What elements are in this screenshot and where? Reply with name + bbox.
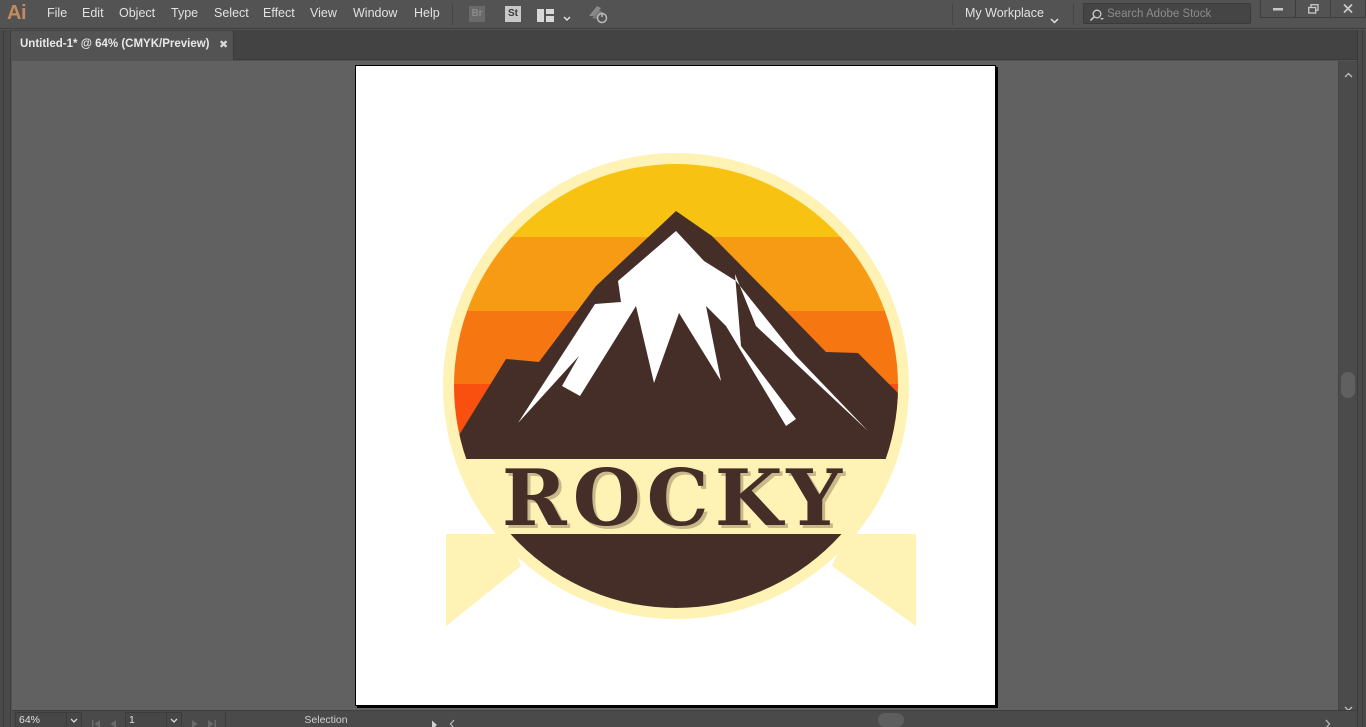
zoom-dropdown-button[interactable] (66, 712, 82, 727)
tools-panel-collapsed (0, 30, 11, 727)
minimize-icon (1273, 7, 1283, 10)
close-tab-icon[interactable]: ✖ (219, 38, 228, 51)
menu-separator (1073, 4, 1074, 25)
badge-title: ROCKY (502, 453, 848, 544)
scroll-left-icon[interactable] (449, 714, 455, 727)
status-bar: 64% 1 Selection (12, 710, 1357, 727)
search-adobe-stock[interactable] (1083, 3, 1251, 24)
stock-icon[interactable]: St (505, 6, 521, 22)
menu-view[interactable]: View (310, 6, 337, 20)
artboard[interactable]: ROCKY ROCKY (355, 65, 996, 706)
illustrator-window: Ai File Edit Object Type Select Effect V… (0, 0, 1366, 727)
menu-type[interactable]: Type (171, 6, 198, 20)
app-logo: Ai (7, 2, 27, 24)
current-tool-status: Selection (304, 714, 348, 726)
chevron-down-icon (70, 718, 78, 723)
menu-help[interactable]: Help (414, 6, 440, 20)
workspace-switcher[interactable]: My Workplace (965, 6, 1044, 20)
close-button[interactable] (1331, 0, 1365, 17)
panel-dock-collapsed (1357, 30, 1366, 727)
search-icon (1089, 7, 1105, 26)
chevron-down-icon[interactable] (1050, 9, 1059, 28)
canvas-area[interactable]: ROCKY ROCKY (12, 61, 1338, 710)
restore-button[interactable] (1296, 0, 1331, 17)
vertical-scroll-thumb[interactable] (1341, 372, 1355, 398)
status-menu-icon[interactable] (431, 715, 438, 727)
chevron-down-icon (170, 718, 178, 723)
chevron-down-icon[interactable] (563, 7, 571, 26)
minimize-button[interactable] (1261, 0, 1296, 17)
zoom-level-field[interactable]: 64% (15, 712, 67, 727)
window-controls (1260, 0, 1366, 18)
bridge-icon[interactable]: Br (469, 6, 485, 22)
menu-separator (952, 4, 953, 25)
badge-bottom-corner-left (446, 534, 521, 626)
artboard-dropdown-button[interactable] (166, 712, 182, 727)
restore-icon (1307, 3, 1319, 14)
menu-edit[interactable]: Edit (82, 6, 104, 20)
last-artboard-icon[interactable] (207, 714, 217, 727)
scroll-right-icon[interactable] (1325, 714, 1331, 727)
menu-bar: Ai File Edit Object Type Select Effect V… (0, 0, 1366, 29)
arrange-documents-icon[interactable] (537, 7, 554, 22)
horizontal-scroll-thumb[interactable] (878, 713, 904, 727)
scroll-up-icon[interactable] (1344, 63, 1353, 82)
close-icon (1343, 4, 1353, 13)
previous-artboard-icon[interactable] (109, 714, 117, 727)
vertical-scrollbar[interactable] (1338, 61, 1357, 712)
document-tab-title: Untitled-1* @ 64% (CMYK/Preview) (20, 38, 210, 50)
menu-object[interactable]: Object (119, 6, 155, 20)
gpu-performance-icon[interactable] (587, 4, 609, 28)
menu-select[interactable]: Select (214, 6, 249, 20)
rocky-badge-artwork[interactable]: ROCKY ROCKY (356, 66, 997, 707)
search-input[interactable] (1107, 6, 1247, 22)
document-tab[interactable]: Untitled-1* @ 64% (CMYK/Preview) ✖ (11, 31, 234, 60)
next-artboard-icon[interactable] (191, 714, 199, 727)
menu-separator (452, 4, 453, 25)
menu-window[interactable]: Window (353, 6, 397, 20)
menu-file[interactable]: File (47, 6, 67, 20)
menu-effect[interactable]: Effect (263, 6, 295, 20)
first-artboard-icon[interactable] (91, 714, 101, 727)
artboard-number-field[interactable]: 1 (125, 712, 167, 727)
badge-bottom-corner-right (832, 534, 916, 626)
